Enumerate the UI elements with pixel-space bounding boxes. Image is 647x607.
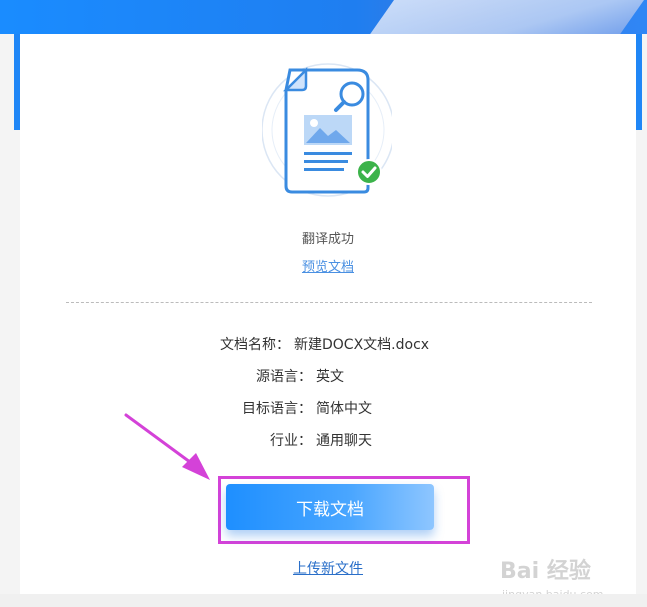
banner-decoration: [358, 0, 647, 34]
filename-label: 文档名称：: [220, 337, 290, 353]
document-success-icon: [262, 63, 392, 197]
info-row-target-language: 目标语言： 简体中文: [242, 398, 372, 418]
download-document-button[interactable]: 下载文档: [226, 484, 434, 530]
filename-value: 新建DOCX文档.docx: [294, 337, 430, 353]
right-accent-bar: [636, 34, 642, 130]
pointer-arrow-icon: [124, 413, 210, 480]
target-language-value: 简体中文: [316, 401, 372, 417]
info-row-filename: 文档名称： 新建DOCX文档.docx: [220, 334, 429, 354]
top-banner: [0, 0, 647, 34]
preview-document-link[interactable]: 预览文档: [0, 256, 647, 275]
translation-status: 翻译成功: [301, 232, 354, 247]
bottom-strip: [0, 594, 647, 607]
industry-label: 行业：: [270, 433, 312, 449]
industry-value: 通用聊天: [316, 433, 372, 449]
info-row-industry: 行业： 通用聊天: [270, 430, 372, 450]
source-language-label: 源语言：: [256, 369, 312, 385]
watermark-text: Bai 经验: [500, 558, 591, 584]
section-divider: [66, 302, 592, 303]
info-row-source-language: 源语言： 英文: [256, 366, 344, 386]
target-language-label: 目标语言：: [242, 401, 312, 417]
source-language-value: 英文: [316, 369, 344, 385]
